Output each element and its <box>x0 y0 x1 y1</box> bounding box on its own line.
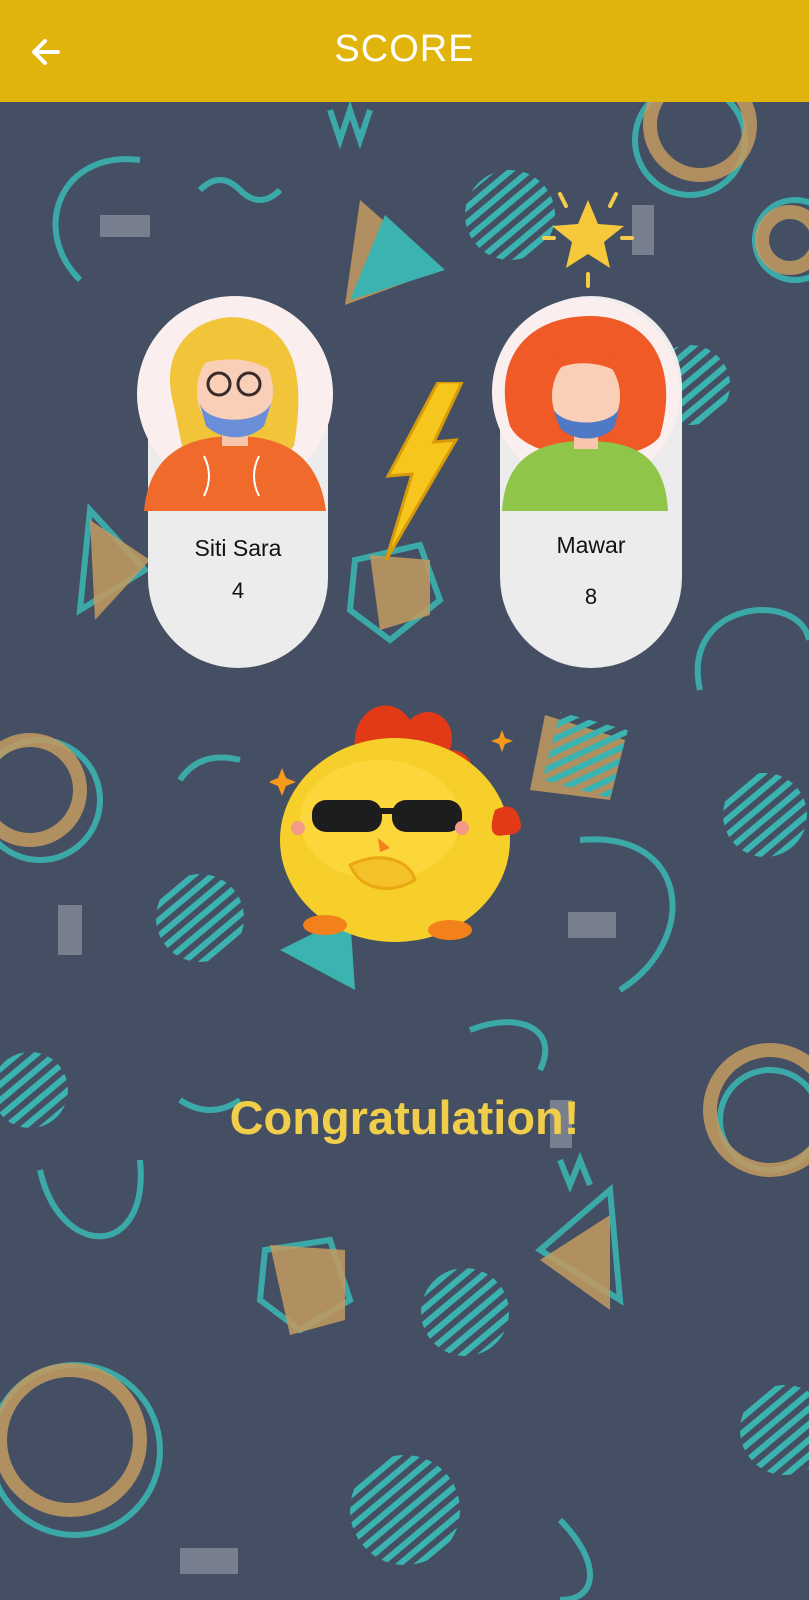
player-name: Siti Sara <box>194 535 282 561</box>
player-avatar <box>492 298 680 511</box>
player-avatar <box>137 296 333 511</box>
player-name: Mawar <box>556 532 626 558</box>
congratulation-message: Congratulation! <box>229 1091 580 1144</box>
player-score: 4 <box>231 578 245 603</box>
player-score: 8 <box>584 584 598 609</box>
page-title: SCORE <box>334 28 475 70</box>
star-icon <box>542 192 634 288</box>
app-bar: SCORE <box>0 0 809 102</box>
chick-mascot-illustration <box>270 705 521 942</box>
lightning-bolt-icon <box>384 382 464 561</box>
